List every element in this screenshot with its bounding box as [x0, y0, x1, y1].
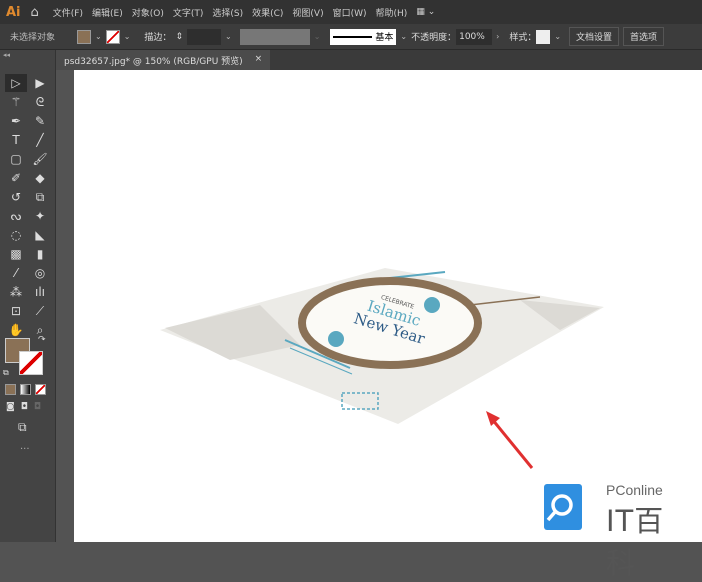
tools-panel: ◂◂ ▷ ▶ ⚚ ᘓ ✒ ✎ T ╱ ▢ 🖌 ✐ ◆ ↺ ⧉ ᔓ ✦ ◌ ◣ ▩ ▮ ⁄ ◎ ⁂ ılı… — [0, 50, 56, 542]
eraser-tool-icon[interactable]: ◆ — [29, 169, 51, 187]
stroke-weight-input[interactable] — [186, 28, 221, 45]
gradient-mode-icon[interactable] — [20, 384, 31, 395]
poster-star — [424, 297, 440, 313]
close-tab-icon[interactable]: × — [255, 54, 263, 66]
brush-definition[interactable]: 基本 — [330, 28, 397, 45]
opacity-input[interactable]: 100% — [456, 28, 493, 45]
app-logo: Ai — [6, 4, 21, 20]
menu-bar: Ai ⌂ 文件(F) 编辑(E) 对象(O) 文字(T) 选择(S) 效果(C)… — [0, 0, 702, 24]
puppet-warp-tool-icon[interactable]: ✦ — [29, 207, 51, 225]
collapse-icon[interactable]: ◂◂ — [0, 50, 55, 60]
live-paint-tool-icon[interactable]: ◣ — [29, 226, 51, 244]
menu-select[interactable]: 选择(S) — [212, 6, 243, 19]
more-tools-icon[interactable]: ··· — [20, 444, 30, 455]
menu-object[interactable]: 对象(O) — [132, 6, 164, 19]
stroke-color-box[interactable] — [19, 351, 43, 375]
eyedropper-tool-icon[interactable]: ⁄ — [5, 264, 27, 282]
mesh-tool-icon[interactable]: ▩ — [5, 245, 27, 263]
document-tab-bar: psd32657.jpg* @ 150% (RGB/GPU 预览) × — [56, 50, 702, 70]
shape-builder-tool-icon[interactable]: ◌ — [5, 226, 27, 244]
selection-status: 未选择对象 — [10, 33, 56, 43]
paintbrush-tool-icon[interactable]: 🖌 — [29, 150, 51, 168]
screen-mode-icon[interactable]: ⧉ — [18, 420, 27, 435]
poster-artwork: CELEBRATE Islamic New Year — [160, 268, 604, 469]
menu-edit[interactable]: 编辑(E) — [92, 6, 123, 19]
default-colors-icon[interactable]: ⧉ — [3, 368, 9, 378]
poster-star — [328, 331, 344, 347]
artboard-tool-icon[interactable]: ⊡ — [5, 302, 27, 320]
graph-tool-icon[interactable]: ılı — [29, 283, 51, 301]
document-tab[interactable]: psd32657.jpg* @ 150% (RGB/GPU 预览) × — [56, 50, 271, 70]
line-tool-icon[interactable]: ╱ — [29, 131, 51, 149]
home-icon[interactable]: ⌂ — [31, 5, 39, 20]
chevron-down-icon[interactable]: ⌄ — [95, 32, 102, 41]
magic-wand-tool-icon[interactable]: ⚚ — [5, 93, 27, 111]
draw-behind-icon[interactable]: ◘ — [21, 402, 28, 412]
opacity-label: 不透明度： — [411, 33, 457, 43]
curvature-tool-icon[interactable]: ✎ — [29, 112, 51, 130]
style-label: 样式： — [509, 33, 537, 43]
chevron-down-icon[interactable]: ⌄ — [400, 32, 407, 41]
rotate-tool-icon[interactable]: ↺ — [5, 188, 27, 206]
menu-view[interactable]: 视图(V) — [292, 6, 323, 19]
canvas-margin — [56, 70, 74, 542]
rectangle-tool-icon[interactable]: ▢ — [5, 150, 27, 168]
style-swatch[interactable] — [536, 29, 551, 44]
color-mode-icon[interactable] — [5, 384, 16, 395]
shaper-tool-icon[interactable]: ✐ — [5, 169, 27, 187]
chevron-down-icon[interactable]: ⌄ — [124, 32, 131, 41]
preferences-button[interactable]: 首选项 — [623, 27, 665, 46]
slice-tool-icon[interactable]: ⟋ — [29, 302, 51, 320]
direct-selection-tool-icon[interactable]: ▶ — [29, 74, 51, 92]
chevron-down-icon[interactable]: ⌄ — [225, 32, 232, 41]
menu-type[interactable]: 文字(T) — [173, 6, 204, 19]
draw-inside-icon[interactable]: ◘ — [34, 402, 41, 412]
menu-effect[interactable]: 效果(C) — [252, 6, 283, 19]
warp-tool-icon[interactable]: ᔓ — [5, 207, 27, 225]
fill-swatch[interactable] — [77, 29, 92, 44]
chevron-down-icon[interactable]: ⌄ — [554, 32, 561, 41]
control-bar: 未选择对象 ⌄ ⌄ 描边： ⇕ ⌄ ⌄ 基本 ⌄ 不透明度： 100% › 样式… — [0, 24, 702, 50]
stroke-label: 描边： — [144, 33, 172, 43]
variable-width-profile[interactable] — [239, 28, 310, 45]
brush-label: 基本 — [375, 33, 394, 43]
workspace-switcher-icon[interactable]: ▦ ⌄ — [416, 7, 435, 17]
watermark-name: IT百科 — [606, 504, 665, 580]
menu-file[interactable]: 文件(F) — [53, 6, 83, 19]
draw-mode-buttons: ◙ ◘ ◘ — [6, 402, 41, 412]
menu-window[interactable]: 窗口(W) — [333, 6, 367, 19]
pen-tool-icon[interactable]: ✒ — [5, 112, 27, 130]
stroke-swatch[interactable] — [105, 29, 120, 44]
document-tab-title: psd32657.jpg* @ 150% (RGB/GPU 预览) — [64, 57, 243, 67]
none-mode-icon[interactable] — [35, 384, 46, 395]
draw-normal-icon[interactable]: ◙ — [6, 402, 15, 412]
blend-tool-icon[interactable]: ◎ — [29, 264, 51, 282]
type-tool-icon[interactable]: T — [5, 131, 27, 149]
lasso-tool-icon[interactable]: ᘓ — [29, 93, 51, 111]
artboard-canvas[interactable]: CELEBRATE Islamic New Year — [74, 70, 702, 542]
swap-colors-icon[interactable]: ↷ — [38, 335, 46, 345]
red-arrow — [490, 418, 534, 469]
red-arrow-head — [486, 411, 500, 426]
chevron-right-icon[interactable]: › — [496, 32, 499, 41]
hand-tool-icon[interactable]: ✋ — [5, 321, 27, 339]
gradient-tool-icon[interactable]: ▮ — [29, 245, 51, 263]
document-setup-button[interactable]: 文档设置 — [569, 27, 620, 46]
color-mode-buttons — [5, 384, 46, 395]
selection-tool-icon[interactable]: ▷ — [5, 74, 27, 92]
watermark: PConline IT百科 — [544, 478, 694, 580]
symbol-sprayer-tool-icon[interactable]: ⁂ — [5, 283, 27, 301]
stroke-stepper-icon[interactable]: ⇕ — [175, 32, 183, 42]
scale-tool-icon[interactable]: ⧉ — [29, 188, 51, 206]
watermark-brand: PConline — [606, 482, 663, 498]
menu-help[interactable]: 帮助(H) — [376, 6, 408, 19]
